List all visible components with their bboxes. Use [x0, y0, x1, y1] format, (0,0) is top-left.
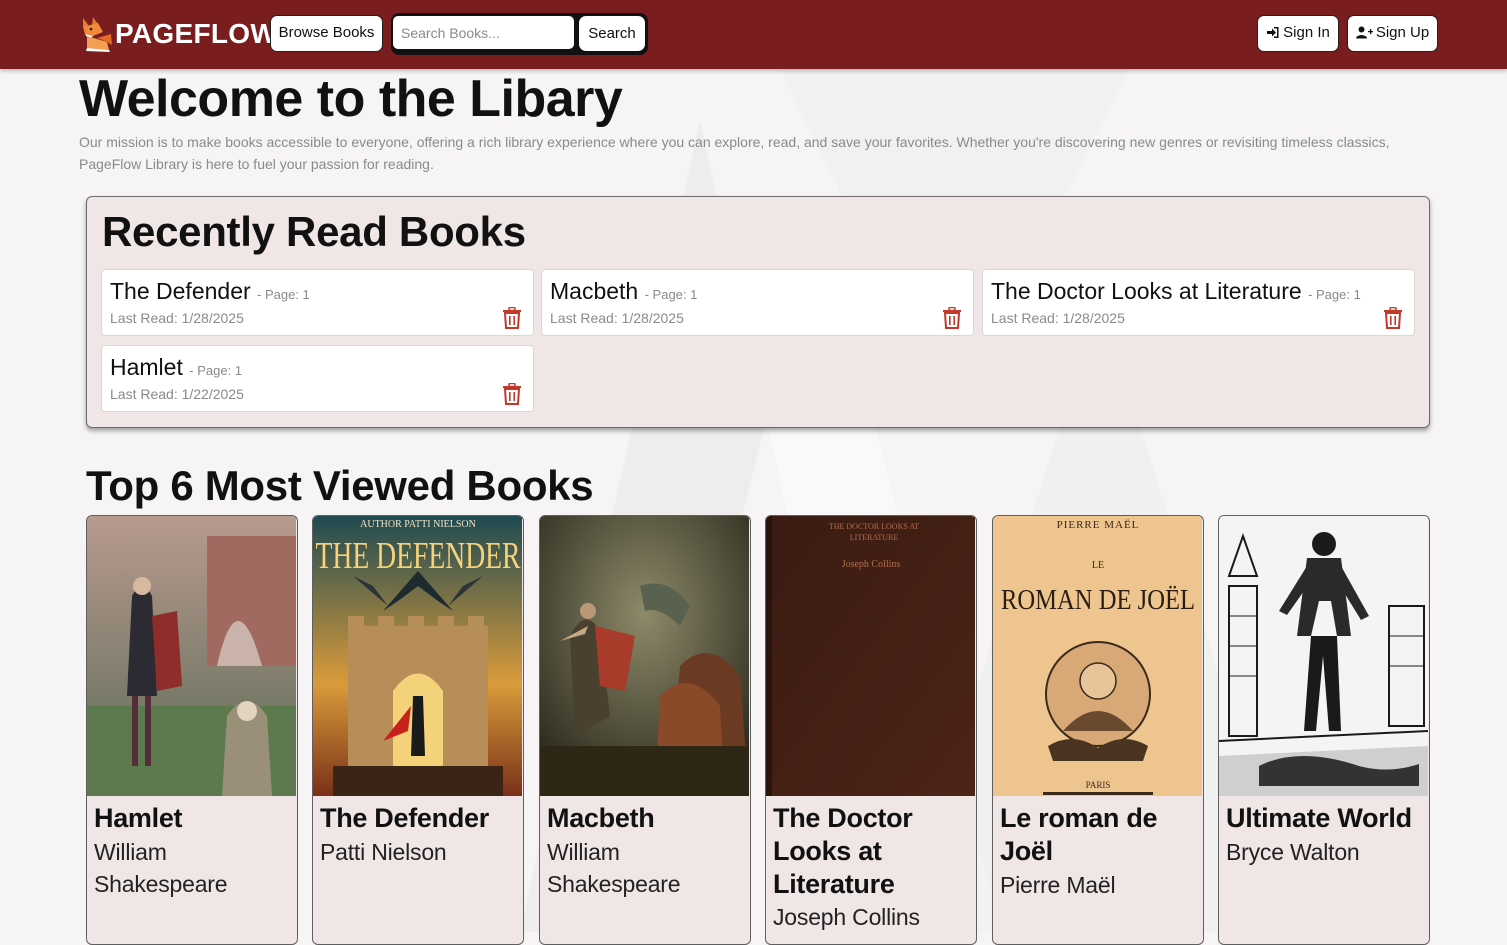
recent-book-title[interactable]: The Doctor Looks at Literature	[991, 278, 1302, 304]
brand-name[interactable]: PAGEFLOW	[115, 17, 277, 51]
book-cover-image[interactable]	[1219, 516, 1428, 796]
recent-book-date: Last Read: 1/28/2025	[110, 310, 244, 326]
book-author-block: Patti Nielson	[320, 836, 520, 868]
book-title[interactable]: Le roman de Joël	[1000, 802, 1200, 868]
book-cover-image[interactable]	[87, 516, 296, 796]
book-title[interactable]: The Defender	[320, 802, 520, 835]
book-author: William Shakespeare	[94, 839, 228, 897]
book-title[interactable]: The Doctor Looks at Literature	[773, 802, 973, 901]
trash-icon[interactable]	[942, 307, 962, 329]
cover-author: Joseph Collins	[842, 559, 901, 570]
cover-le: LE	[1092, 560, 1104, 571]
book-card[interactable]: PIERRE MAËL LE ROMAN DE JOËL PARIS Le ro…	[992, 515, 1204, 945]
sign-up-label: Sign Up	[1375, 24, 1430, 41]
book-title[interactable]: Ultimate World	[1226, 802, 1426, 835]
recent-book-card[interactable]: The Defender - Page: 1 Last Read: 1/28/2…	[101, 269, 534, 336]
trash-icon[interactable]	[502, 307, 522, 329]
book-card[interactable]: AUTHOR PATTI NIELSON THE DEFENDER The De…	[312, 515, 524, 945]
recent-book-date: Last Read: 1/28/2025	[550, 310, 684, 326]
recently-read-title: Recently Read Books	[102, 208, 526, 255]
cover-title: ROMAN DE JOËL	[1001, 584, 1195, 616]
book-card[interactable]: Hamlet William Shakespeare	[86, 515, 298, 945]
sign-in-button[interactable]: Sign In	[1257, 15, 1339, 52]
top-navbar: PAGEFLOW Browse Books Search Sign In Sig…	[0, 0, 1507, 69]
recent-book-card[interactable]: Macbeth - Page: 1 Last Read: 1/28/2025	[541, 269, 974, 336]
book-author-block: Joseph Collins	[773, 901, 973, 933]
book-author-block: William Shakespeare	[94, 836, 294, 900]
user-plus-icon	[1355, 26, 1373, 39]
recent-book-page: - Page: 1	[1308, 287, 1361, 302]
fox-book-icon[interactable]	[79, 14, 113, 52]
recent-book-title[interactable]: Hamlet	[110, 354, 183, 380]
cover-byline: AUTHOR PATTI NIELSON	[360, 519, 476, 530]
recent-book-title[interactable]: Macbeth	[550, 278, 638, 304]
cover-title: THE DEFENDER	[316, 535, 521, 577]
book-card[interactable]: Ultimate World Bryce Walton	[1218, 515, 1430, 945]
book-cover-image[interactable]: PIERRE MAËL LE ROMAN DE JOËL PARIS	[993, 516, 1202, 796]
book-cover-image[interactable]: THE DOCTOR LOOKS AT LITERATURE Joseph Co…	[766, 516, 975, 796]
recent-book-page: - Page: 1	[189, 363, 243, 378]
sign-in-icon	[1267, 26, 1279, 38]
book-title[interactable]: Hamlet	[94, 802, 294, 835]
book-author: Patti Nielson	[320, 839, 447, 865]
book-author: Bryce Walton	[1226, 839, 1360, 865]
browse-books-button[interactable]: Browse Books	[270, 15, 383, 52]
cover-title-line1: THE DOCTOR LOOKS AT	[829, 522, 919, 531]
search-input[interactable]	[393, 16, 574, 49]
recent-book-date: Last Read: 1/28/2025	[991, 310, 1125, 326]
trash-icon[interactable]	[502, 383, 522, 405]
cover-title-line2: LITERATURE	[850, 533, 899, 542]
book-card[interactable]: Macbeth William Shakespeare	[539, 515, 751, 945]
book-cover-image[interactable]	[540, 516, 749, 796]
page-title: Welcome to the Libary	[79, 70, 623, 128]
recent-book-title[interactable]: The Defender	[110, 278, 251, 304]
recent-book-page: - Page: 1	[257, 287, 310, 302]
trash-icon[interactable]	[1383, 307, 1403, 329]
cover-author: PIERRE MAËL	[1057, 519, 1140, 531]
book-author-block: Bryce Walton	[1226, 836, 1426, 868]
recent-book-date: Last Read: 1/22/2025	[110, 386, 244, 402]
book-author: Pierre Maël	[1000, 872, 1116, 898]
book-author-block: William Shakespeare	[547, 836, 747, 900]
book-author-block: Pierre Maël	[1000, 869, 1200, 901]
recent-book-card[interactable]: Hamlet - Page: 1 Last Read: 1/22/2025	[101, 345, 534, 412]
sign-in-label: Sign In	[1283, 24, 1330, 41]
sign-up-button[interactable]: Sign Up	[1347, 15, 1438, 52]
recent-book-page: - Page: 1	[644, 287, 698, 302]
book-card[interactable]: THE DOCTOR LOOKS AT LITERATURE Joseph Co…	[765, 515, 977, 945]
cover-city: PARIS	[1086, 780, 1111, 790]
top-books-title: Top 6 Most Viewed Books	[86, 462, 594, 509]
mission-text: Our mission is to make books accessible …	[79, 134, 1390, 172]
book-title[interactable]: Macbeth	[547, 802, 747, 835]
book-cover-image[interactable]: AUTHOR PATTI NIELSON THE DEFENDER	[313, 516, 522, 796]
recent-book-card[interactable]: The Doctor Looks at Literature - Page: 1…	[982, 269, 1415, 336]
book-author: William Shakespeare	[547, 839, 681, 897]
search-button[interactable]: Search	[579, 16, 645, 51]
book-author: Joseph Collins	[773, 904, 920, 930]
